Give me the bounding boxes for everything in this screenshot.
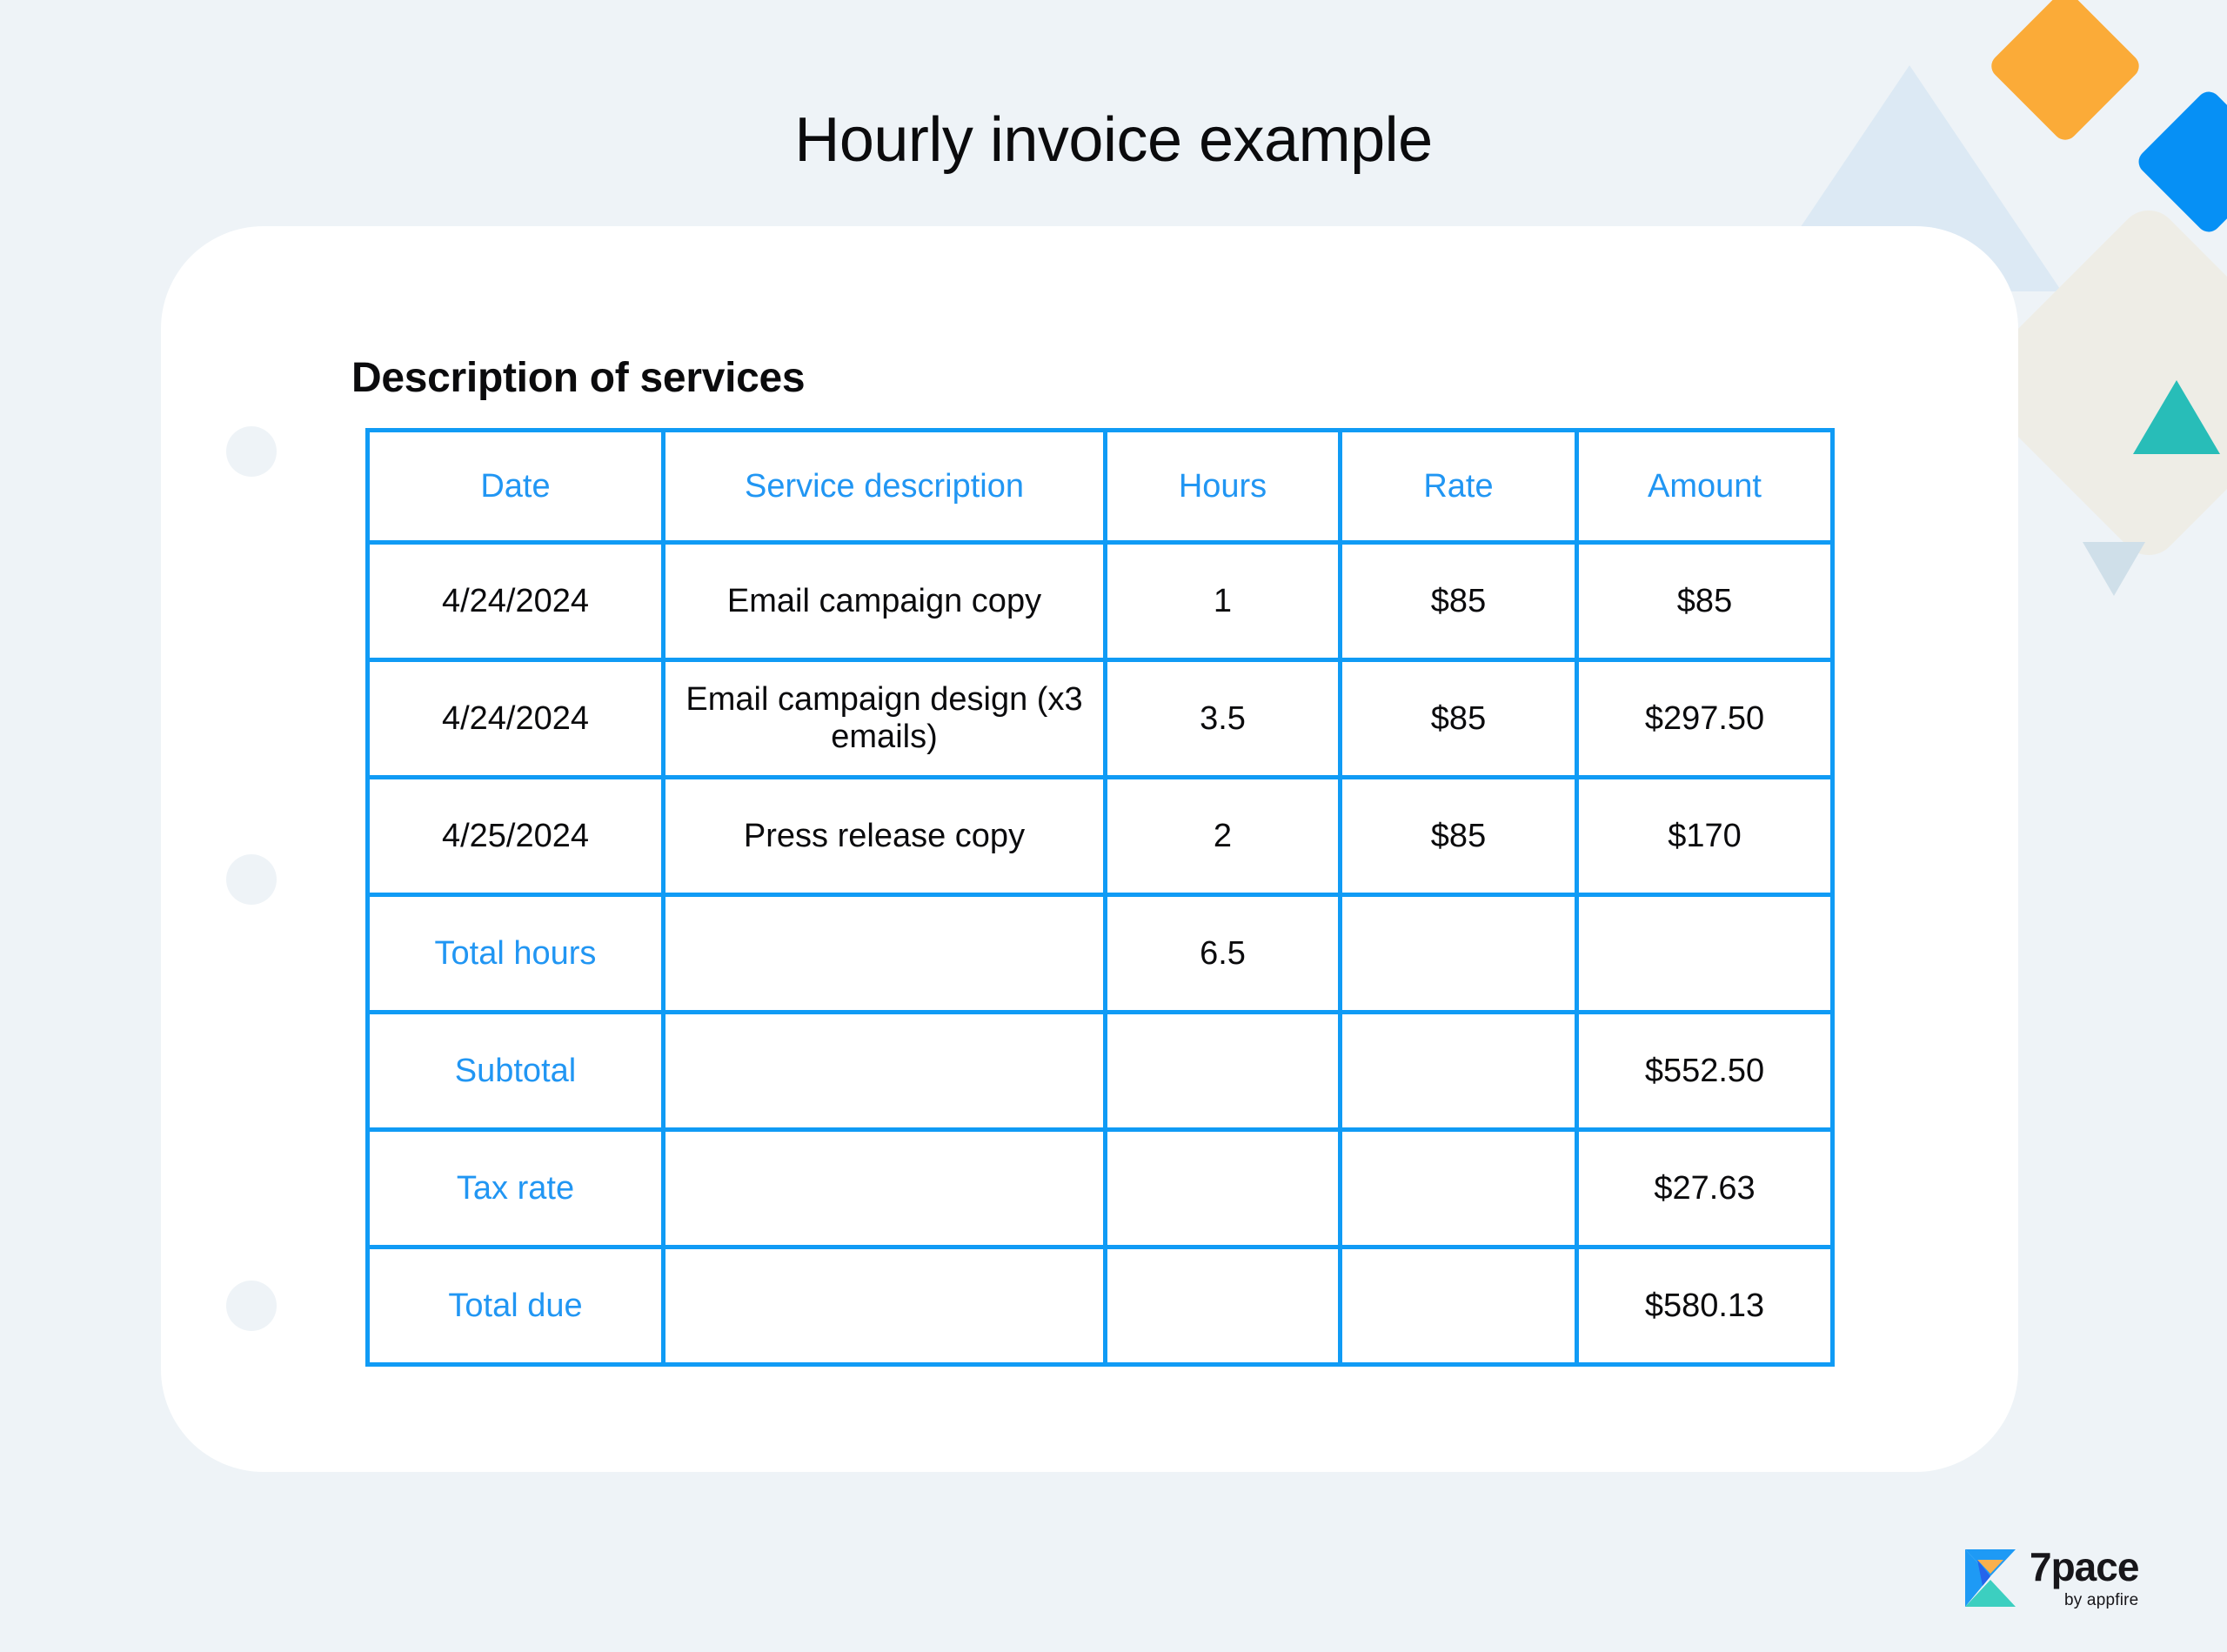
table-header-row: Date Service description Hours Rate Amou… — [365, 428, 1835, 545]
summary-row-subtotal: Subtotal $552.50 — [365, 1010, 1835, 1132]
table-row: 4/24/2024 Email campaign design (x3 emai… — [365, 658, 1835, 779]
summary-description — [661, 1245, 1107, 1367]
summary-description — [661, 1010, 1107, 1132]
summary-description — [661, 893, 1107, 1014]
summary-rate — [1338, 1245, 1579, 1367]
cell-date: 4/24/2024 — [365, 658, 665, 779]
cell-hours: 3.5 — [1103, 658, 1342, 779]
cell-description: Email campaign copy — [661, 540, 1107, 662]
summary-label-subtotal: Subtotal — [365, 1010, 665, 1132]
summary-hours: 6.5 — [1103, 893, 1342, 1014]
cell-amount: $297.50 — [1575, 658, 1835, 779]
table-row: 4/25/2024 Press release copy 2 $85 $170 — [365, 775, 1835, 897]
column-header-rate: Rate — [1338, 428, 1579, 545]
page-title: Hourly invoice example — [794, 105, 1433, 176]
invoice-table: Date Service description Hours Rate Amou… — [365, 428, 1835, 1367]
cell-date: 4/25/2024 — [365, 775, 665, 897]
cell-rate: $85 — [1338, 658, 1579, 779]
logo-subtitle: by appfire — [2063, 1591, 2139, 1609]
table-body: 4/24/2024 Email campaign copy 1 $85 $85 … — [365, 540, 1835, 1367]
summary-rate — [1338, 1010, 1579, 1132]
cell-hours: 1 — [1103, 540, 1342, 662]
hole-punch-2 — [226, 854, 277, 905]
logo-text-group: 7pace by appfire — [2030, 1544, 2139, 1609]
hole-punch-1 — [226, 426, 277, 477]
logo-name: 7pace — [2030, 1544, 2139, 1589]
summary-hours — [1103, 1010, 1342, 1132]
summary-amount: $580.13 — [1575, 1245, 1835, 1367]
column-header-amount: Amount — [1575, 428, 1835, 545]
cell-description: Email campaign design (x3 emails) — [661, 658, 1107, 779]
cell-date: 4/24/2024 — [365, 540, 665, 662]
summary-row-tax-rate: Tax rate $27.63 — [365, 1127, 1835, 1249]
cell-description: Press release copy — [661, 775, 1107, 897]
summary-rate — [1338, 1127, 1579, 1249]
summary-label-total-hours: Total hours — [365, 893, 665, 1014]
summary-description — [661, 1127, 1107, 1249]
summary-amount: $552.50 — [1575, 1010, 1835, 1132]
section-heading: Description of services — [351, 354, 806, 401]
summary-row-total-due: Total due $580.13 — [365, 1245, 1835, 1367]
cell-rate: $85 — [1338, 540, 1579, 662]
column-header-date: Date — [365, 428, 665, 545]
hole-punch-3 — [226, 1281, 277, 1331]
cell-hours: 2 — [1103, 775, 1342, 897]
summary-hours — [1103, 1245, 1342, 1367]
teal-up-triangle-icon — [2133, 380, 2220, 454]
summary-amount — [1575, 893, 1835, 1014]
summary-rate — [1338, 893, 1579, 1014]
light-blue-down-triangle-icon — [2083, 542, 2145, 596]
column-header-description: Service description — [661, 428, 1107, 545]
cell-amount: $170 — [1575, 775, 1835, 897]
cell-amount: $85 — [1575, 540, 1835, 662]
cell-rate: $85 — [1338, 775, 1579, 897]
table-row: 4/24/2024 Email campaign copy 1 $85 $85 — [365, 540, 1835, 662]
column-header-hours: Hours — [1103, 428, 1342, 545]
hourglass-logo-icon — [1965, 1548, 2016, 1607]
summary-hours — [1103, 1127, 1342, 1249]
summary-amount: $27.63 — [1575, 1127, 1835, 1249]
brand-logo: 7pace by appfire — [1963, 1544, 2139, 1609]
table-header: Date Service description Hours Rate Amou… — [365, 428, 1835, 545]
summary-label-total-due: Total due — [365, 1245, 665, 1367]
summary-row-total-hours: Total hours 6.5 — [365, 893, 1835, 1014]
summary-label-tax-rate: Tax rate — [365, 1127, 665, 1249]
